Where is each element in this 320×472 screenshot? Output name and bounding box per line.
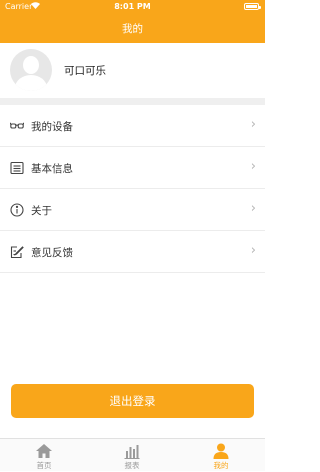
glasses-icon xyxy=(9,118,25,132)
chevron-right-icon: › xyxy=(250,243,256,258)
menu-item-basic-info[interactable]: 基本信息 › xyxy=(0,147,265,189)
menu-item-my-devices[interactable]: 我的设备 › xyxy=(0,105,265,147)
section-divider xyxy=(0,98,265,105)
tab-mine[interactable]: 我的 xyxy=(177,439,265,472)
home-icon xyxy=(35,443,53,459)
status-bar: Carrier 8:01 PM xyxy=(0,0,265,13)
bar-chart-icon xyxy=(123,443,141,459)
feedback-icon xyxy=(10,244,24,259)
chevron-right-icon: › xyxy=(250,117,256,132)
chevron-right-icon: › xyxy=(250,201,256,216)
menu-item-label: 基本信息 xyxy=(31,163,73,175)
profile-header[interactable]: 可口可乐 xyxy=(0,43,265,98)
battery-icon xyxy=(244,3,261,10)
tab-label: 报表 xyxy=(124,461,140,470)
tab-reports[interactable]: 报表 xyxy=(88,439,176,472)
person-icon xyxy=(212,443,230,459)
avatar[interactable] xyxy=(10,49,52,91)
document-icon xyxy=(10,160,24,175)
page-title: 我的 xyxy=(122,23,143,35)
menu-item-label: 我的设备 xyxy=(31,121,73,133)
menu-item-about[interactable]: 关于 › xyxy=(0,189,265,231)
menu-item-label: 意见反馈 xyxy=(31,247,73,259)
settings-menu: 我的设备 › 基本信息 › 关于 › 意见反馈 › xyxy=(0,105,265,273)
username: 可口可乐 xyxy=(64,65,106,77)
chevron-right-icon: › xyxy=(250,159,256,174)
tab-home[interactable]: 首页 xyxy=(0,439,88,472)
top-bar: Carrier 8:01 PM 我的 xyxy=(0,0,265,43)
tab-label: 首页 xyxy=(36,461,52,470)
logout-button[interactable]: 退出登录 xyxy=(11,384,254,418)
menu-item-label: 关于 xyxy=(31,205,52,217)
menu-item-feedback[interactable]: 意见反馈 › xyxy=(0,231,265,273)
info-icon xyxy=(10,202,24,217)
tab-bar: 首页 报表 我的 xyxy=(0,438,265,471)
status-time: 8:01 PM xyxy=(114,2,151,11)
tab-label: 我的 xyxy=(213,461,229,470)
